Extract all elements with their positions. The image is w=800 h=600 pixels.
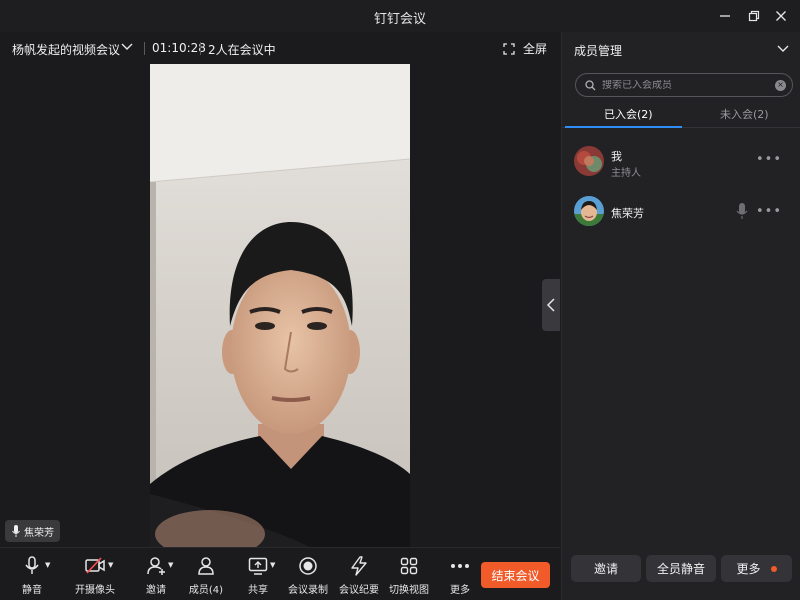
chevron-left-icon [546, 298, 555, 312]
lightning-icon [351, 556, 367, 576]
mute-label: 静音 [22, 585, 42, 596]
camera-label: 开摄像头 [75, 585, 115, 596]
active-speaker-tag: 焦荣芳 [5, 520, 60, 542]
divider [144, 42, 145, 55]
meeting-toolbar: 静音 ▼ 开摄像头 ▼ 邀请 ▼ 成员(4) 共享 ▼ 会议录制 会议纪要 切换… [0, 547, 560, 600]
participant-video[interactable] [150, 64, 410, 547]
invite-label: 邀请 [146, 585, 166, 596]
members-label: 成员(4) [188, 585, 224, 596]
record-icon [299, 557, 317, 575]
fullscreen-button[interactable]: 全屏 [503, 40, 547, 57]
notification-dot [770, 565, 777, 572]
fullscreen-label: 全屏 [523, 42, 548, 56]
avatar [574, 146, 604, 176]
mute-all-button[interactable]: 全员静音 [646, 555, 716, 582]
more-dots-icon [451, 564, 469, 568]
restore-button[interactable] [744, 6, 764, 26]
active-tab-indicator [565, 126, 682, 128]
member-more-icon[interactable]: ••• [756, 152, 782, 167]
record-label: 会议录制 [288, 585, 328, 596]
member-role: 主持人 [611, 168, 641, 179]
search-icon [585, 79, 596, 91]
switch-view-label: 切换视图 [389, 585, 429, 596]
close-button[interactable] [771, 6, 791, 26]
more-label: 更多 [450, 585, 470, 596]
microphone-icon[interactable] [736, 202, 748, 224]
person-icon [198, 557, 214, 575]
tab-joined[interactable]: 已入会(2) [604, 106, 653, 122]
member-name: 我 [611, 150, 622, 163]
panel-title: 成员管理 [574, 44, 623, 58]
member-row[interactable]: 我 主持人 ••• [562, 142, 800, 184]
minimize-icon [720, 15, 730, 17]
member-search-box[interactable]: × [575, 73, 793, 97]
switch-view-button[interactable]: 切换视图 [389, 554, 429, 598]
end-meeting-button[interactable]: 结束会议 [481, 562, 550, 588]
video-stage: 焦荣芳 [0, 64, 560, 547]
member-search-input[interactable] [602, 79, 775, 91]
minutes-button[interactable]: 会议纪要 [339, 554, 379, 598]
member-tabs: 已入会(2) 未入会(2) [562, 102, 800, 128]
screen-share-icon [248, 557, 268, 575]
meeting-info-bar: 杨帆发起的视频会议 01:10:28 2人在会议中 全屏 [0, 32, 560, 64]
microphone-icon [12, 525, 20, 537]
window-title: 钉钉会议 [373, 12, 426, 27]
share-options-caret[interactable]: ▼ [270, 561, 275, 569]
meeting-duration: 01:10:28 [152, 41, 206, 55]
meeting-name[interactable]: 杨帆发起的视频会议 [12, 41, 120, 58]
invite-button[interactable]: 邀请 [143, 554, 169, 598]
participant-count: 2人在会议中 [208, 43, 276, 57]
minimize-button[interactable] [715, 6, 735, 26]
title-bar: 钉钉会议 [0, 0, 800, 32]
mute-button[interactable]: 静音 [20, 554, 44, 598]
panel-more-label: 更多 [736, 562, 761, 576]
microphone-icon [25, 556, 39, 574]
record-button[interactable]: 会议录制 [288, 554, 328, 598]
panel-invite-button[interactable]: 邀请 [571, 555, 641, 582]
share-button[interactable]: 共享 [246, 554, 270, 598]
grid-view-icon [400, 557, 418, 575]
chevron-down-icon[interactable] [120, 40, 134, 54]
avatar [574, 196, 604, 226]
collapse-panel-button[interactable] [542, 279, 560, 331]
members-panel: 成员管理 × 已入会(2) 未入会(2) 我 主持人 ••• 焦荣芳 [561, 32, 800, 600]
mute-options-caret[interactable]: ▼ [45, 561, 50, 569]
meeting-window: 钉钉会议 杨帆发起的视频会议 01:10:28 2人在会议中 全屏 焦荣芳 静音… [0, 0, 800, 600]
add-person-icon [147, 557, 165, 575]
close-icon [776, 11, 786, 21]
divider [200, 42, 201, 55]
restore-icon [748, 10, 760, 22]
member-name: 焦荣芳 [611, 207, 644, 220]
panel-more-button[interactable]: 更多 [721, 555, 792, 582]
camera-off-icon [85, 557, 105, 574]
share-label: 共享 [248, 585, 268, 596]
minutes-label: 会议纪要 [339, 585, 379, 596]
more-button[interactable]: 更多 [449, 554, 471, 598]
invite-options-caret[interactable]: ▼ [168, 561, 173, 569]
camera-options-caret[interactable]: ▼ [108, 561, 113, 569]
fullscreen-icon [503, 42, 515, 55]
members-button[interactable]: 成员(4) [188, 554, 224, 598]
tab-not-joined[interactable]: 未入会(2) [720, 106, 769, 122]
video-frame [150, 64, 410, 547]
clear-search-icon[interactable]: × [775, 79, 786, 91]
chevron-down-icon[interactable] [776, 42, 790, 56]
active-speaker-name: 焦荣芳 [24, 527, 54, 539]
member-row[interactable]: 焦荣芳 ••• [562, 194, 800, 236]
member-more-icon[interactable]: ••• [756, 204, 782, 219]
